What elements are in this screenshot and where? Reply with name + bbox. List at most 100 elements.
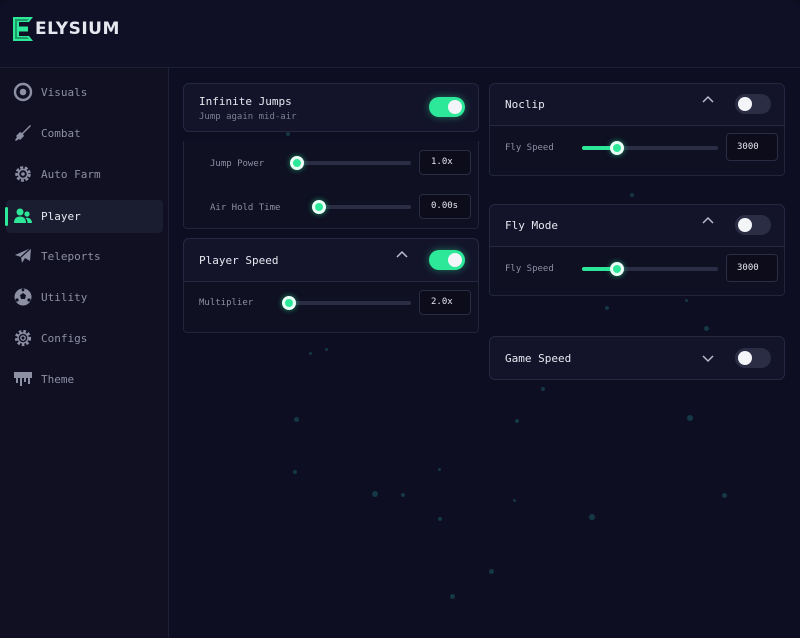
multiplier-slider[interactable] <box>282 296 411 310</box>
background-particle <box>541 387 545 391</box>
fly-mode-fly-speed-slider[interactable] <box>582 262 718 276</box>
logo-mark-icon <box>13 17 33 41</box>
fly-mode-fly-speed-value[interactable]: 3000 <box>726 254 778 282</box>
slider-thumb[interactable] <box>312 200 326 214</box>
toggle-knob <box>448 100 462 114</box>
paper-plane-icon <box>15 247 32 263</box>
background-particle <box>325 348 328 351</box>
background-particle <box>489 569 494 574</box>
slider-thumb[interactable] <box>290 156 304 170</box>
jump-power-slider[interactable] <box>290 156 411 170</box>
multiplier-label: Multiplier <box>199 298 254 308</box>
sidebar: Visuals Combat Auto Farm Player Teleport… <box>0 68 169 638</box>
sidebar-item-label: Theme <box>41 373 75 386</box>
background-particle <box>450 594 455 599</box>
chevron-up-icon[interactable] <box>396 250 408 258</box>
background-particle <box>687 415 693 421</box>
infinite-jumps-settings: Jump Power 1.0x Air Hold Time 0.00s <box>183 141 479 229</box>
background-particle <box>685 299 688 302</box>
infinite-jumps-subtitle: Jump again mid-air <box>199 112 297 122</box>
jump-power-label: Jump Power <box>210 159 265 169</box>
fly-mode-card: Fly Mode <box>489 204 785 247</box>
background-particle <box>401 493 405 497</box>
noclip-fly-speed-label: Fly Speed <box>505 143 554 153</box>
fly-mode-title: Fly Mode <box>505 219 558 232</box>
fly-mode-fly-speed-label: Fly Speed <box>505 264 554 274</box>
gear-cog-icon <box>15 166 31 182</box>
eye-icon <box>13 82 33 102</box>
toggle-knob <box>738 351 752 365</box>
sidebar-item-label: Utility <box>41 291 88 304</box>
player-speed-settings: Multiplier 2.0x <box>183 282 479 333</box>
sidebar-item-utility[interactable]: Utility <box>6 281 163 314</box>
air-hold-time-slider[interactable] <box>312 200 411 214</box>
noclip-toggle[interactable] <box>735 94 771 114</box>
chevron-up-icon[interactable] <box>702 95 714 103</box>
infinite-jumps-toggle[interactable] <box>429 97 465 117</box>
background-particle <box>722 493 727 498</box>
sidebar-item-label: Player <box>41 210 81 223</box>
background-particle <box>515 419 519 423</box>
background-particle <box>286 132 290 136</box>
background-particle <box>294 417 299 422</box>
player-speed-title: Player Speed <box>199 254 279 267</box>
air-hold-time-value[interactable]: 0.00s <box>419 194 471 219</box>
noclip-card: Noclip <box>489 83 785 126</box>
sidebar-item-label: Auto Farm <box>41 168 101 181</box>
toggle-knob <box>448 253 462 267</box>
background-particle <box>605 306 609 310</box>
fly-mode-settings: Fly Speed 3000 <box>489 247 785 296</box>
background-particle <box>630 193 634 197</box>
background-particle <box>309 352 312 355</box>
app-logo: ELYSIUM <box>12 16 120 42</box>
chevron-down-icon[interactable] <box>702 355 714 363</box>
multiplier-value[interactable]: 2.0x <box>419 290 471 315</box>
background-particle <box>589 514 595 520</box>
active-indicator <box>5 207 8 226</box>
background-particle <box>438 517 442 521</box>
slider-thumb[interactable] <box>610 262 625 276</box>
noclip-settings: Fly Speed 3000 <box>489 126 785 176</box>
noclip-fly-speed-slider[interactable] <box>582 141 718 155</box>
player-speed-card: Player Speed <box>183 238 479 282</box>
fly-mode-toggle[interactable] <box>735 215 771 235</box>
sidebar-item-label: Configs <box>41 332 88 345</box>
paint-icon <box>14 372 32 386</box>
sidebar-item-label: Combat <box>41 127 81 140</box>
sidebar-item-combat[interactable]: Combat <box>6 117 163 150</box>
ball-icon <box>14 288 32 306</box>
sidebar-item-visuals[interactable]: Visuals <box>6 76 163 109</box>
air-hold-time-label: Air Hold Time <box>210 203 281 213</box>
sidebar-item-label: Teleports <box>41 250 101 263</box>
sidebar-item-configs[interactable]: Configs <box>6 322 163 355</box>
app-name: ELYSIUM <box>35 19 120 39</box>
jump-power-value[interactable]: 1.0x <box>419 150 471 175</box>
noclip-fly-speed-value[interactable]: 3000 <box>726 133 778 161</box>
infinite-jumps-card: Infinite Jumps Jump again mid-air <box>183 83 479 132</box>
toggle-knob <box>738 97 752 111</box>
sidebar-item-auto-farm[interactable]: Auto Farm <box>6 158 163 191</box>
background-particle <box>704 326 709 331</box>
background-particle <box>293 470 297 474</box>
player-speed-toggle[interactable] <box>429 250 465 270</box>
slider-thumb[interactable] <box>282 296 297 310</box>
users-icon <box>14 208 32 223</box>
background-particle <box>372 491 378 497</box>
sidebar-item-player[interactable]: Player <box>5 200 163 233</box>
chevron-up-icon[interactable] <box>702 216 714 224</box>
game-speed-card: Game Speed <box>489 336 785 380</box>
sidebar-item-label: Visuals <box>41 86 88 99</box>
app-window: ELYSIUM Visuals Combat Auto Farm Player … <box>0 0 800 638</box>
settings-icon <box>14 329 32 347</box>
sidebar-item-theme[interactable]: Theme <box>6 363 163 396</box>
noclip-title: Noclip <box>505 98 545 111</box>
game-speed-title: Game Speed <box>505 352 572 365</box>
game-speed-toggle[interactable] <box>735 348 771 368</box>
sidebar-item-teleports[interactable]: Teleports <box>6 240 163 273</box>
toggle-knob <box>738 218 752 232</box>
background-particle <box>438 468 441 471</box>
top-bar: ELYSIUM <box>0 0 800 68</box>
background-particle <box>513 499 516 502</box>
slider-thumb[interactable] <box>610 141 625 155</box>
infinite-jumps-title: Infinite Jumps <box>199 95 292 108</box>
